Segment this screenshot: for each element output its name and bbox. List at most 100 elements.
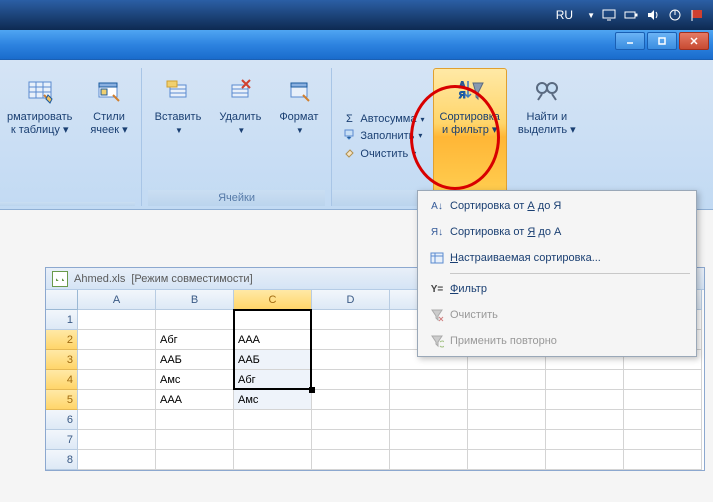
menu-custom-sort[interactable]: Настраиваемая сортировка...	[420, 245, 694, 271]
cell[interactable]	[546, 390, 624, 410]
cell[interactable]	[624, 410, 702, 430]
cell[interactable]	[312, 370, 390, 390]
cell[interactable]	[156, 310, 234, 330]
cell[interactable]	[78, 350, 156, 370]
cell[interactable]: ААБ	[156, 350, 234, 370]
cell[interactable]	[312, 450, 390, 470]
row-header[interactable]: 2	[46, 330, 78, 350]
ribbon: рматировать к таблицу ▾ Стили ячеек ▾ Вс…	[0, 60, 713, 210]
group-label-cells: Ячейки	[148, 190, 326, 206]
battery-icon[interactable]	[623, 7, 639, 23]
close-button[interactable]	[679, 32, 709, 50]
column-header[interactable]: A	[78, 290, 156, 310]
cell[interactable]	[156, 430, 234, 450]
cell[interactable]	[390, 390, 468, 410]
cell[interactable]	[468, 430, 546, 450]
cell[interactable]	[468, 450, 546, 470]
sort-filter-button[interactable]: А Я Сортировка и фильтр ▾	[433, 68, 507, 206]
cell[interactable]: ААБ	[234, 350, 312, 370]
cell[interactable]	[546, 430, 624, 450]
cell[interactable]	[390, 450, 468, 470]
cell[interactable]	[78, 310, 156, 330]
delete-button[interactable]: Удалить▼	[212, 68, 268, 190]
fill-button[interactable]: Заполнить▾	[342, 128, 424, 143]
menu-reapply-label: Применить повторно	[450, 335, 557, 347]
cell[interactable]	[312, 350, 390, 370]
column-header[interactable]: C	[234, 290, 312, 310]
row-header[interactable]: 3	[46, 350, 78, 370]
cell[interactable]	[312, 310, 390, 330]
column-header[interactable]: D	[312, 290, 390, 310]
cell[interactable]	[312, 410, 390, 430]
delete-label: Удалить	[219, 111, 261, 123]
cell[interactable]: Амс	[156, 370, 234, 390]
maximize-button[interactable]	[647, 32, 677, 50]
row-header[interactable]: 6	[46, 410, 78, 430]
cell[interactable]	[624, 450, 702, 470]
cell[interactable]	[624, 430, 702, 450]
column-header[interactable]: B	[156, 290, 234, 310]
menu-filter[interactable]: Y= Фильтр	[420, 276, 694, 302]
cell[interactable]	[546, 370, 624, 390]
language-indicator[interactable]: RU	[556, 8, 573, 22]
menu-sort-za[interactable]: Я↓ Сортировка от Я до А	[420, 219, 694, 245]
cell[interactable]	[78, 330, 156, 350]
autosum-button[interactable]: ΣАвтосумма▾	[342, 113, 424, 125]
cell[interactable]	[390, 430, 468, 450]
chevron-down-icon: ▼	[587, 11, 595, 20]
row-header[interactable]: 7	[46, 430, 78, 450]
ribbon-group-editing: ΣАвтосумма▾ Заполнить▾ Очистить▾ А Я Сор…	[332, 68, 588, 206]
cell[interactable]	[468, 390, 546, 410]
row-header[interactable]: 8	[46, 450, 78, 470]
cell[interactable]	[234, 310, 312, 330]
editing-small-stack: ΣАвтосумма▾ Заполнить▾ Очистить▾	[338, 68, 428, 206]
cell[interactable]: Абг	[156, 330, 234, 350]
cell[interactable]	[312, 430, 390, 450]
format-button[interactable]: Формат▼	[272, 68, 325, 190]
cell[interactable]: ААА	[234, 330, 312, 350]
insert-button[interactable]: Вставить▼	[148, 68, 209, 190]
cell[interactable]	[78, 370, 156, 390]
power-icon[interactable]	[667, 7, 683, 23]
cell[interactable]	[156, 410, 234, 430]
cell[interactable]	[234, 430, 312, 450]
cell[interactable]: Абг	[234, 370, 312, 390]
cell[interactable]	[546, 450, 624, 470]
menu-sort-az[interactable]: А↓ Сортировка от А до Я	[420, 193, 694, 219]
sigma-icon: Σ	[342, 113, 356, 125]
cell[interactable]	[390, 370, 468, 390]
clear-button[interactable]: Очистить▾	[342, 146, 424, 161]
minimize-button[interactable]	[615, 32, 645, 50]
cell[interactable]	[234, 450, 312, 470]
cell[interactable]	[546, 410, 624, 430]
fill-down-icon	[342, 128, 356, 143]
find-select-button[interactable]: Найти и выделить ▾	[511, 68, 583, 206]
cell[interactable]	[390, 410, 468, 430]
cell[interactable]	[624, 370, 702, 390]
fill-handle[interactable]	[309, 387, 315, 393]
cell[interactable]: Амс	[234, 390, 312, 410]
cell[interactable]	[78, 410, 156, 430]
workbook-compat-mode: [Режим совместимости]	[131, 273, 252, 285]
row-header[interactable]: 5	[46, 390, 78, 410]
screen-icon[interactable]	[601, 7, 617, 23]
cell[interactable]	[312, 390, 390, 410]
row-header[interactable]: 1	[46, 310, 78, 330]
cell[interactable]	[78, 450, 156, 470]
flag-icon[interactable]	[689, 7, 705, 23]
cell[interactable]: ААА	[156, 390, 234, 410]
cell-styles-button[interactable]: Стили ячеек ▾	[83, 68, 134, 202]
volume-icon[interactable]	[645, 7, 661, 23]
cell[interactable]	[78, 430, 156, 450]
cell[interactable]	[78, 390, 156, 410]
cell[interactable]	[468, 410, 546, 430]
format-as-table-button[interactable]: рматировать к таблицу ▾	[0, 68, 79, 202]
select-all-corner[interactable]	[46, 290, 78, 310]
cell[interactable]	[234, 410, 312, 430]
cell[interactable]	[468, 370, 546, 390]
row-header[interactable]: 4	[46, 370, 78, 390]
cell[interactable]	[624, 390, 702, 410]
cell[interactable]	[156, 450, 234, 470]
cell[interactable]	[312, 330, 390, 350]
reapply-icon	[424, 334, 450, 348]
